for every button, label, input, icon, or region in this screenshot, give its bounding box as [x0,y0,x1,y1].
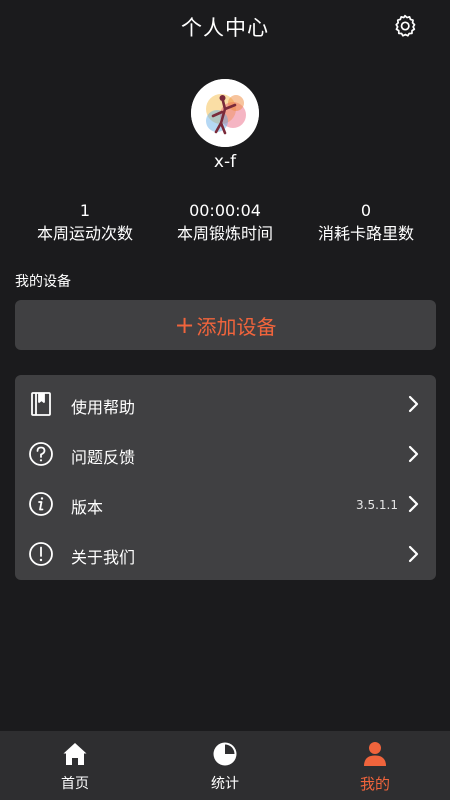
plus-icon: + [174,311,195,339]
add-device-label: 添加设备 [196,314,277,339]
menu-label: 问题反馈 [71,448,136,467]
section-title-devices: 我的设备 [15,274,71,290]
question-icon [29,442,53,466]
stat-calories: 0 消耗卡路里数 [291,200,441,245]
header: 个人中心 [0,0,450,56]
username: x-f [213,152,237,172]
info-icon [29,492,53,516]
stat-value: 0 [360,201,372,220]
page-title: 个人中心 [181,16,269,40]
pie-chart-icon [213,742,237,766]
book-icon [31,392,51,416]
tab-stats[interactable]: 统计 [150,731,300,800]
avatar[interactable] [191,79,259,147]
settings-menu: 使用帮助 问题反馈 版本 3.5.1.1 关于我们 [15,375,436,580]
settings-button[interactable] [392,13,418,39]
add-device-button[interactable]: + 添加设备 [15,300,436,350]
menu-label: 使用帮助 [71,398,136,417]
gear-icon [395,14,416,37]
stat-label: 本周锻炼时间 [176,224,273,243]
menu-item-help[interactable]: 使用帮助 [15,378,436,428]
menu-item-about[interactable]: 关于我们 [15,528,436,578]
chevron-right-icon [408,495,419,513]
menu-label: 版本 [71,498,104,517]
tab-label: 统计 [211,776,239,792]
chevron-right-icon [408,545,419,563]
bottom-tab-bar: 首页 统计 我的 [0,731,450,800]
weekly-stats: 1 本周运动次数 00:00:04 本周锻炼时间 0 消耗卡路里数 [0,200,450,250]
stat-exercise-time: 00:00:04 本周锻炼时间 [150,200,300,245]
user-icon [364,742,386,766]
tab-mine[interactable]: 我的 [300,731,450,800]
stat-label: 消耗卡路里数 [317,224,414,243]
tab-home[interactable]: 首页 [0,731,150,800]
home-icon [63,743,87,765]
stat-exercise-count: 1 本周运动次数 [10,200,160,245]
version-number: 3.5.1.1 [356,498,398,512]
chevron-right-icon [408,395,419,413]
chevron-right-icon [408,445,419,463]
stat-value: 00:00:04 [189,201,261,220]
tab-label: 我的 [359,775,390,793]
menu-label: 关于我们 [71,548,136,567]
menu-item-version[interactable]: 版本 3.5.1.1 [15,478,436,528]
exclamation-icon [29,542,53,566]
stat-value: 1 [79,201,91,220]
stat-label: 本周运动次数 [36,224,133,243]
runner-avatar-image [191,79,259,147]
menu-item-feedback[interactable]: 问题反馈 [15,428,436,478]
tab-label: 首页 [61,776,89,792]
